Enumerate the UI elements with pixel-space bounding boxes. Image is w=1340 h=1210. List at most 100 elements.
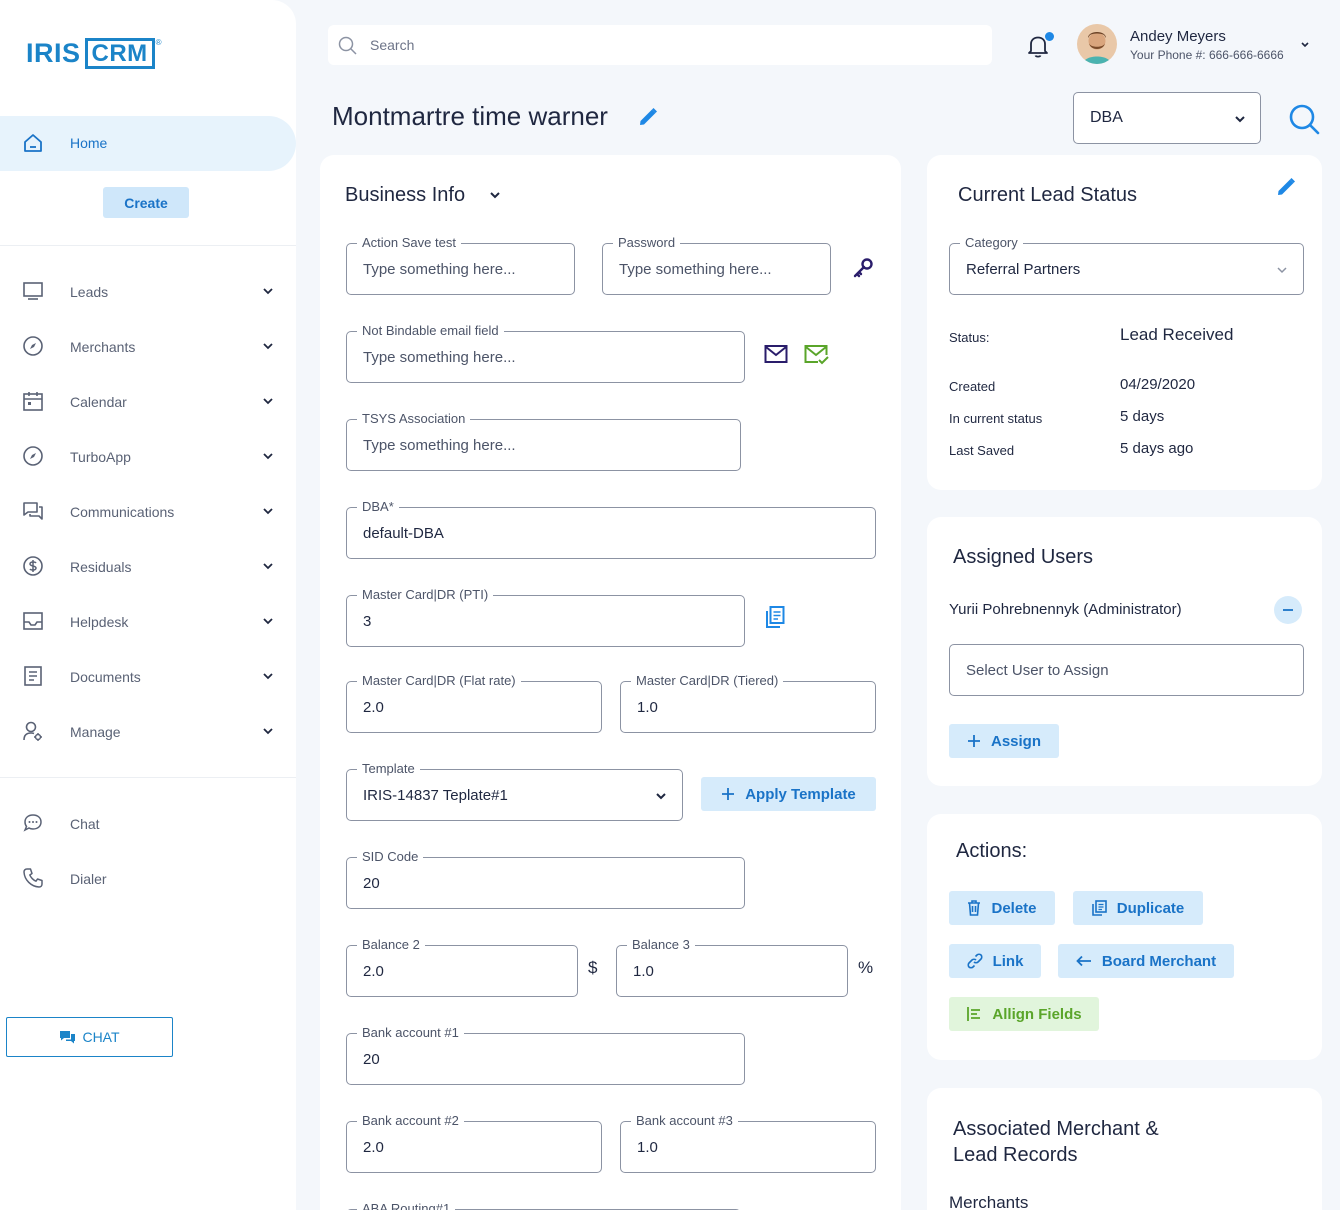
business-info-card: Business Info Action Save test Password … <box>320 155 901 1210</box>
dba-input[interactable] <box>363 522 863 544</box>
mail-icon[interactable] <box>764 343 788 365</box>
sidebar-item-calendar[interactable]: Calendar <box>0 381 296 421</box>
sidebar-item-label: TurboApp <box>70 449 131 465</box>
tsys-association-input[interactable] <box>363 434 729 456</box>
avatar[interactable] <box>1077 24 1117 64</box>
chevron-down-icon <box>262 396 274 406</box>
chevron-down-icon <box>262 726 274 736</box>
in-current-status-label: In current status <box>949 411 1043 426</box>
template-select[interactable]: Template <box>346 761 683 821</box>
mastercard-tiered-field[interactable]: Master Card|DR (Tiered) <box>620 673 876 733</box>
template-select-value[interactable] <box>363 784 643 806</box>
sidebar-item-label: Home <box>70 135 108 151</box>
chevron-down-icon[interactable] <box>489 190 501 200</box>
phone-icon <box>22 867 44 889</box>
field-label: Master Card|DR (Flat rate) <box>357 673 521 688</box>
balance-3-field[interactable]: Balance 3 <box>616 937 848 997</box>
field-label: Balance 2 <box>357 937 425 952</box>
chevron-down-icon[interactable] <box>1300 41 1310 49</box>
mastercard-pti-input[interactable] <box>363 610 733 632</box>
chat-button[interactable]: CHAT <box>6 1017 173 1057</box>
duplicate-label: Duplicate <box>1116 899 1185 917</box>
mastercard-tiered-input[interactable] <box>637 696 863 718</box>
assign-button[interactable]: Assign <box>949 724 1059 758</box>
sidebar-item-chat[interactable]: Chat <box>0 803 296 843</box>
duplicate-button[interactable]: Duplicate <box>1073 891 1203 925</box>
allign-fields-label: Allign Fields <box>992 1005 1082 1023</box>
mastercard-flat-rate-input[interactable] <box>363 696 589 718</box>
bank-account-2-field[interactable]: Bank account #2 <box>346 1113 602 1173</box>
status-value: Lead Received <box>1120 325 1234 344</box>
category-select-value[interactable] <box>966 258 1256 280</box>
balance-2-input[interactable] <box>363 960 563 982</box>
mastercard-pti-field[interactable]: Master Card|DR (PTI) <box>346 587 745 647</box>
pencil-icon[interactable] <box>1275 176 1297 198</box>
business-info-title[interactable]: Business Info <box>345 184 465 207</box>
dba-select[interactable]: DBA <box>1073 92 1261 144</box>
sidebar-item-home[interactable]: Home <box>0 116 296 171</box>
select-user-input[interactable] <box>966 659 1286 681</box>
balance-2-field[interactable]: Balance 2 <box>346 937 578 997</box>
iris-crm-logo[interactable]: IRIS CRM ® <box>26 38 162 69</box>
search-icon[interactable] <box>1288 103 1320 135</box>
actions-title: Actions: <box>956 840 1028 862</box>
tsys-association-field[interactable]: TSYS Association <box>346 411 741 471</box>
copy-icon[interactable] <box>764 605 786 629</box>
apply-template-button[interactable]: Apply Template <box>701 777 876 811</box>
document-icon <box>22 665 44 687</box>
sidebar-item-manage[interactable]: Manage <box>0 711 296 751</box>
last-saved-label: Last Saved <box>949 443 1015 458</box>
select-user-field[interactable] <box>949 644 1304 696</box>
search-input[interactable] <box>370 33 970 57</box>
search-bar[interactable] <box>328 25 992 65</box>
sidebar-item-label: Manage <box>70 724 121 740</box>
sidebar-item-residuals[interactable]: Residuals <box>0 546 296 586</box>
password-input[interactable] <box>619 258 819 280</box>
email-field[interactable]: Not Bindable email field <box>346 323 745 383</box>
sidebar-item-documents[interactable]: Documents <box>0 656 296 696</box>
sidebar-item-leads[interactable]: Leads <box>0 271 296 311</box>
mastercard-flat-rate-field[interactable]: Master Card|DR (Flat rate) <box>346 673 602 733</box>
delete-button[interactable]: Delete <box>949 891 1055 925</box>
mail-check-icon[interactable] <box>804 343 830 367</box>
plus-icon <box>721 787 735 801</box>
trash-icon <box>967 900 981 916</box>
password-field[interactable]: Password <box>602 235 831 295</box>
sidebar-item-merchants[interactable]: Merchants <box>0 326 296 366</box>
bank-account-2-input[interactable] <box>363 1136 589 1158</box>
category-select[interactable]: Category <box>949 235 1304 295</box>
email-input[interactable] <box>363 346 733 368</box>
create-button[interactable]: Create <box>103 187 189 218</box>
balance-3-input[interactable] <box>633 960 833 982</box>
bank-account-1-input[interactable] <box>363 1048 733 1070</box>
chevron-down-icon <box>262 671 274 681</box>
sidebar-item-communications[interactable]: Communications <box>0 491 296 531</box>
associated-title-line-2: Lead Records <box>953 1144 1078 1166</box>
pencil-icon[interactable] <box>637 106 659 128</box>
sidebar-item-label: Calendar <box>70 394 127 410</box>
sidebar-item-turboapp[interactable]: TurboApp <box>0 436 296 476</box>
sidebar-item-dialer[interactable]: Dialer <box>0 858 296 898</box>
board-merchant-button[interactable]: Board Merchant <box>1058 944 1234 978</box>
last-saved-value: 5 days ago <box>1120 440 1194 457</box>
dba-field[interactable]: DBA* <box>346 499 876 559</box>
bank-account-1-field[interactable]: Bank account #1 <box>346 1025 745 1085</box>
remove-user-icon[interactable] <box>1274 596 1302 624</box>
bank-account-3-field[interactable]: Bank account #3 <box>620 1113 876 1173</box>
percent-suffix: % <box>858 958 874 977</box>
allign-fields-button[interactable]: Allign Fields <box>949 997 1099 1031</box>
sidebar-item-label: Dialer <box>70 871 107 887</box>
user-name[interactable]: Andey Meyers <box>1130 28 1226 45</box>
sidebar-item-label: Residuals <box>70 559 132 575</box>
associated-records-title: Associated Merchant & Lead Records <box>953 1116 1159 1168</box>
action-save-test-input[interactable] <box>363 258 563 280</box>
link-button[interactable]: Link <box>949 944 1041 978</box>
sidebar-item-label: Communications <box>70 504 175 520</box>
sidebar-item-helpdesk[interactable]: Helpdesk <box>0 601 296 641</box>
action-save-test-field[interactable]: Action Save test <box>346 235 575 295</box>
key-icon[interactable] <box>851 256 875 280</box>
sid-code-field[interactable]: SID Code <box>346 849 745 909</box>
bank-account-3-input[interactable] <box>637 1136 863 1158</box>
logo-text-iris: IRIS <box>26 38 81 68</box>
sid-code-input[interactable] <box>363 872 733 894</box>
